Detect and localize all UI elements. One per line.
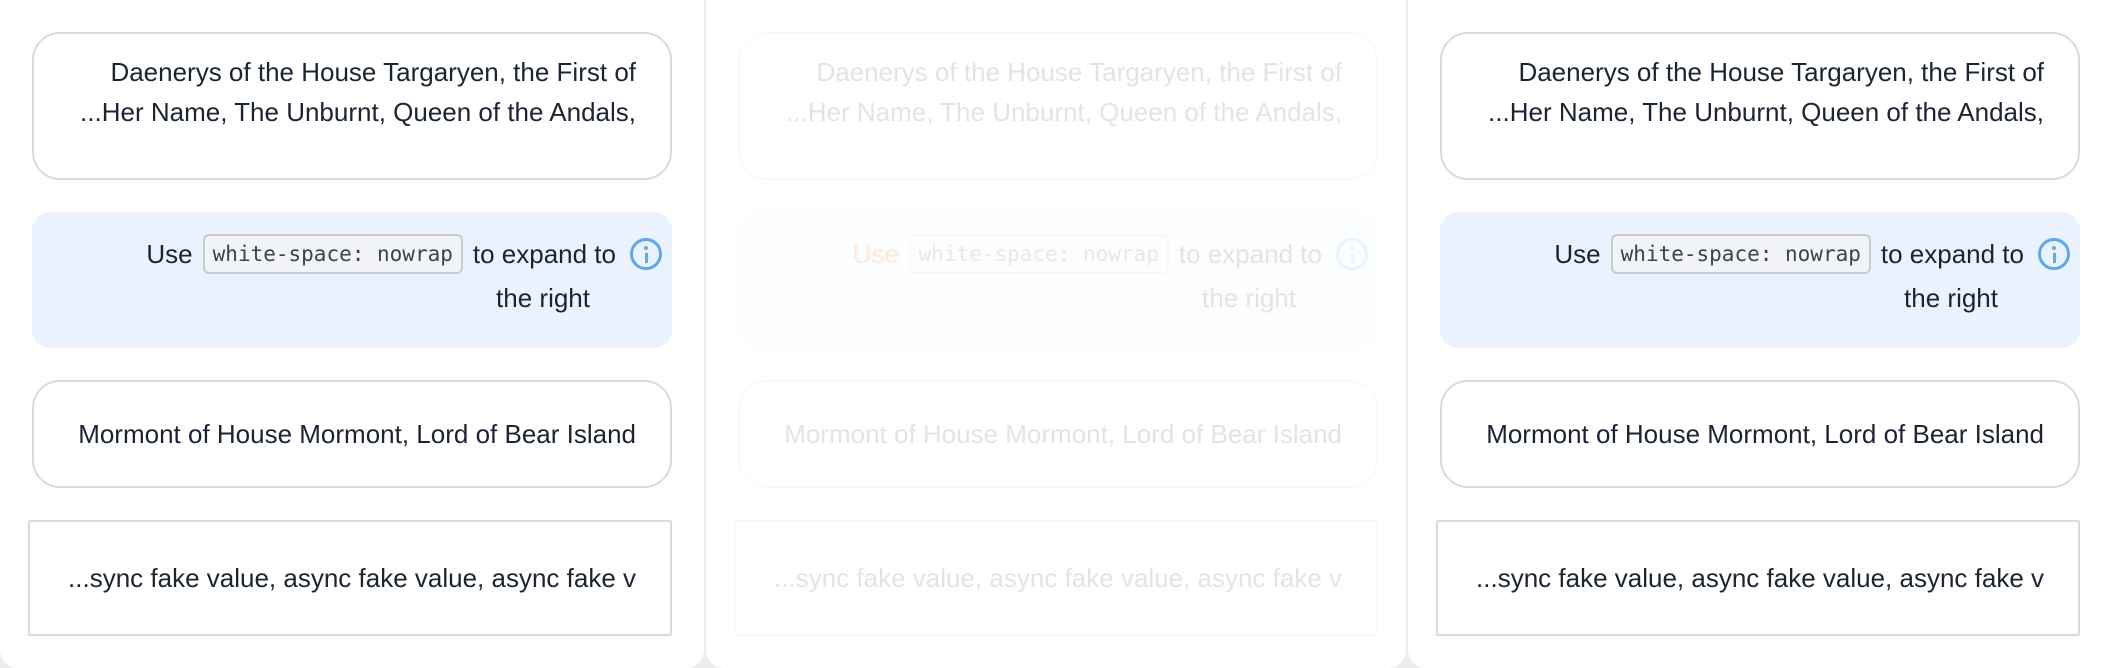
single-line-text: Mormont of House Mormont, Lord of Bear I… <box>784 419 1342 449</box>
multiline-truncated-input[interactable]: Daenerys of the House Targaryen, the Fir… <box>738 32 1378 180</box>
info-text-second-line: the right <box>1202 283 1296 313</box>
single-line-truncated-input[interactable]: Mormont of House Mormont, Lord of Bear I… <box>32 380 672 488</box>
info-circle-icon[interactable] <box>2038 238 2070 270</box>
async-value-field[interactable]: ...sync fake value, async fake value, as… <box>1436 520 2080 636</box>
info-text-after: to expand to <box>1880 239 2024 269</box>
info-text-before: Use <box>146 239 193 269</box>
multiline-text-line-2: ...Her Name, The Unburnt, Queen of the A… <box>80 97 636 127</box>
async-value-field[interactable]: ...sync fake value, async fake value, as… <box>28 520 672 636</box>
async-value-field[interactable]: ...sync fake value, async fake value, as… <box>734 520 1378 636</box>
multiline-text-line-1: Daenerys of the House Targaryen, the Fir… <box>1518 57 2044 87</box>
info-text-after: to expand to <box>1178 239 1322 269</box>
info-callout: Use white-space: nowrap to expand to the… <box>32 212 672 348</box>
info-callout: Use white-space: nowrap to expand to the… <box>1440 212 2080 348</box>
multiline-text-line-2: ...Her Name, The Unburnt, Queen of the A… <box>786 97 1342 127</box>
info-text-second-line: the right <box>1904 283 1998 313</box>
info-text-after: to expand to <box>472 239 616 269</box>
info-circle-icon[interactable] <box>1336 238 1368 270</box>
demo-panel-left: Daenerys of the House Targaryen, the Fir… <box>0 0 704 668</box>
demo-panel-right: Daenerys of the House Targaryen, the Fir… <box>1408 0 2112 668</box>
single-line-truncated-input[interactable]: Mormont of House Mormont, Lord of Bear I… <box>1440 380 2080 488</box>
info-callout: Use white-space: nowrap to expand to the… <box>738 212 1378 348</box>
multiline-text-line-1: Daenerys of the House Targaryen, the Fir… <box>816 57 1342 87</box>
info-circle-icon[interactable] <box>630 238 662 270</box>
async-value-text: ...sync fake value, async fake value, as… <box>774 563 1342 593</box>
multiline-truncated-input[interactable]: Daenerys of the House Targaryen, the Fir… <box>1440 32 2080 180</box>
single-line-truncated-input[interactable]: Mormont of House Mormont, Lord of Bear I… <box>738 380 1378 488</box>
code-snippet: white-space: nowrap <box>908 234 1169 274</box>
info-text-before: Use <box>852 239 899 269</box>
multiline-text-line-1: Daenerys of the House Targaryen, the Fir… <box>110 57 636 87</box>
info-text-before: Use <box>1554 239 1601 269</box>
demo-panel-middle: Daenerys of the House Targaryen, the Fir… <box>706 0 1406 668</box>
async-value-text: ...sync fake value, async fake value, as… <box>1476 563 2044 593</box>
code-snippet: white-space: nowrap <box>202 234 463 274</box>
info-text-second-line: the right <box>496 283 590 313</box>
code-snippet: white-space: nowrap <box>1610 234 1871 274</box>
async-value-text: ...sync fake value, async fake value, as… <box>68 563 636 593</box>
multiline-truncated-input[interactable]: Daenerys of the House Targaryen, the Fir… <box>32 32 672 180</box>
multiline-text-line-2: ...Her Name, The Unburnt, Queen of the A… <box>1488 97 2044 127</box>
single-line-text: Mormont of House Mormont, Lord of Bear I… <box>78 419 636 449</box>
single-line-text: Mormont of House Mormont, Lord of Bear I… <box>1486 419 2044 449</box>
